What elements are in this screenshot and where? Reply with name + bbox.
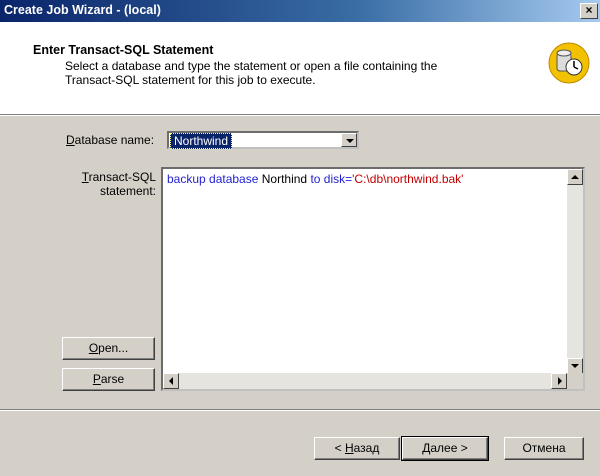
parse-button[interactable]: Parse bbox=[62, 368, 155, 391]
sql-statement-editor[interactable]: backup database Northind to disk='C:\db\… bbox=[161, 167, 585, 391]
header-divider bbox=[0, 115, 600, 116]
footer-divider-highlight bbox=[0, 410, 600, 411]
statement-label: Transact-SQL statement: bbox=[81, 170, 156, 198]
back-button[interactable]: < Назад bbox=[314, 437, 400, 460]
page-title: Enter Transact-SQL Statement bbox=[33, 43, 214, 57]
chevron-down-icon[interactable] bbox=[341, 133, 357, 147]
database-selected-value: Northwind bbox=[170, 133, 233, 149]
close-icon[interactable]: × bbox=[580, 3, 598, 19]
scroll-left-icon[interactable] bbox=[163, 373, 179, 389]
sql-text: backup database Northind to disk='C:\db\… bbox=[167, 172, 464, 186]
open-button[interactable]: Open... bbox=[62, 337, 155, 360]
database-select[interactable]: Northwind bbox=[167, 131, 359, 149]
vertical-scrollbar[interactable] bbox=[567, 169, 583, 374]
job-clock-icon bbox=[548, 42, 590, 84]
title-bar: Create Job Wizard - (local) × bbox=[0, 0, 600, 22]
scroll-corner bbox=[567, 373, 583, 389]
scroll-up-icon[interactable] bbox=[567, 169, 583, 185]
page-description: Select a database and type the statement… bbox=[65, 59, 438, 87]
scroll-right-icon[interactable] bbox=[551, 373, 567, 389]
database-name-label: Database name: bbox=[66, 133, 155, 147]
scroll-down-icon[interactable] bbox=[567, 358, 583, 374]
cancel-button[interactable]: Отмена bbox=[504, 437, 584, 460]
next-button[interactable]: Далее > bbox=[401, 436, 489, 461]
window-title: Create Job Wizard - (local) bbox=[4, 3, 161, 17]
wizard-header: Enter Transact-SQL Statement Select a da… bbox=[0, 22, 600, 115]
horizontal-scrollbar[interactable] bbox=[163, 373, 567, 389]
